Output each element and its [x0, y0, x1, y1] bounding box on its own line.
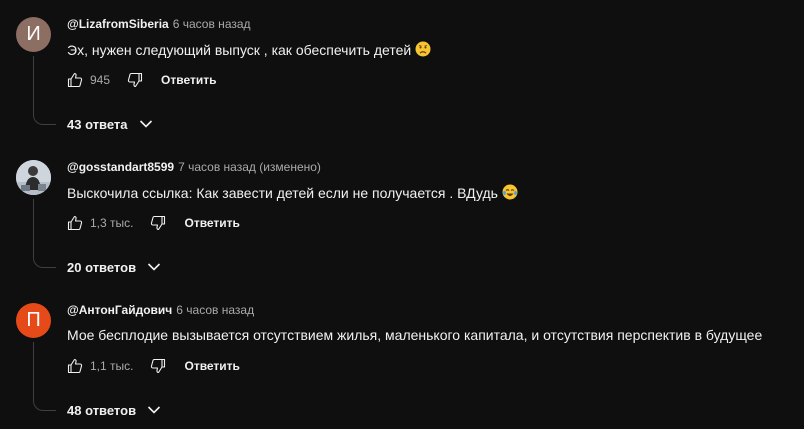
comment-thread: И @LizafromSiberia 6 часов назад Эх, нуже…	[0, 0, 804, 143]
replies-thread-line	[33, 56, 56, 125]
comment-time[interactable]: 6 часов назад	[173, 17, 251, 31]
comment-text-body: Эх, нужен следующий выпуск , как обеспеч…	[67, 42, 412, 58]
replies-thread-line	[33, 199, 56, 268]
show-replies-button[interactable]: 20 ответов	[67, 258, 162, 276]
avatar[interactable]	[16, 160, 51, 195]
reply-button[interactable]: Ответить	[184, 359, 239, 373]
comment-thread: @gosstandart8599 7 часов назад (изменено)…	[0, 143, 804, 286]
comment-meta: @АнтонГайдович 6 часов назад	[67, 303, 254, 317]
thumb-up-icon[interactable]	[67, 215, 83, 231]
tears-of-joy-icon	[502, 184, 518, 203]
like-count: 1,3 тыс.	[90, 216, 134, 230]
thumb-down-icon[interactable]	[150, 358, 166, 374]
comment-time[interactable]: 6 часов назад	[176, 303, 254, 317]
avatar[interactable]: П	[16, 303, 51, 338]
comment-actions: 1,3 тыс. Ответить	[67, 214, 240, 232]
chevron-down-icon	[146, 402, 162, 418]
thumb-up-icon[interactable]	[67, 358, 83, 374]
replies-count-label: 48 ответов	[67, 402, 137, 418]
avatar[interactable]: И	[16, 17, 51, 52]
comment-meta: @gosstandart8599 7 часов назад (изменено)	[67, 160, 321, 174]
comment-text: Выскочила ссылка: Как завести детей если…	[67, 184, 518, 203]
comment-time[interactable]: 7 часов назад (изменено)	[178, 160, 321, 174]
like-count: 945	[90, 73, 111, 87]
thumb-down-icon[interactable]	[150, 215, 166, 231]
comment-author[interactable]: @АнтонГайдович	[67, 303, 172, 317]
replies-count-label: 43 ответа	[67, 116, 128, 132]
chevron-down-icon	[138, 116, 154, 132]
thumb-down-icon[interactable]	[127, 72, 143, 88]
show-replies-button[interactable]: 48 ответов	[67, 401, 162, 419]
comment-actions: 1,1 тыс. Ответить	[67, 357, 240, 375]
comment-text: Эх, нужен следующий выпуск , как обеспеч…	[67, 41, 431, 60]
chevron-down-icon	[146, 259, 162, 275]
comment-text-body: Мое бесплодие вызывается отсутствием жил…	[67, 327, 763, 343]
comment-actions: 945 Ответить	[67, 71, 216, 89]
comment-text-body: Выскочила ссылка: Как завести детей если…	[67, 185, 498, 201]
comment-text: Мое бесплодие вызывается отсутствием жил…	[67, 327, 762, 343]
reply-button[interactable]: Ответить	[161, 73, 216, 87]
comment-author[interactable]: @LizafromSiberia	[67, 17, 169, 31]
replies-count-label: 20 ответов	[67, 259, 137, 275]
comment-author[interactable]: @gosstandart8599	[67, 160, 174, 174]
thumb-up-icon[interactable]	[67, 72, 83, 88]
like-count: 1,1 тыс.	[90, 359, 134, 373]
comment-meta: @LizafromSiberia 6 часов назад	[67, 17, 251, 31]
worried-face-icon	[415, 41, 431, 60]
replies-thread-line	[33, 342, 56, 411]
reply-button[interactable]: Ответить	[184, 216, 239, 230]
show-replies-button[interactable]: 43 ответа	[67, 115, 154, 133]
comment-thread: П @АнтонГайдович 6 часов назад Мое беспло…	[0, 286, 804, 429]
